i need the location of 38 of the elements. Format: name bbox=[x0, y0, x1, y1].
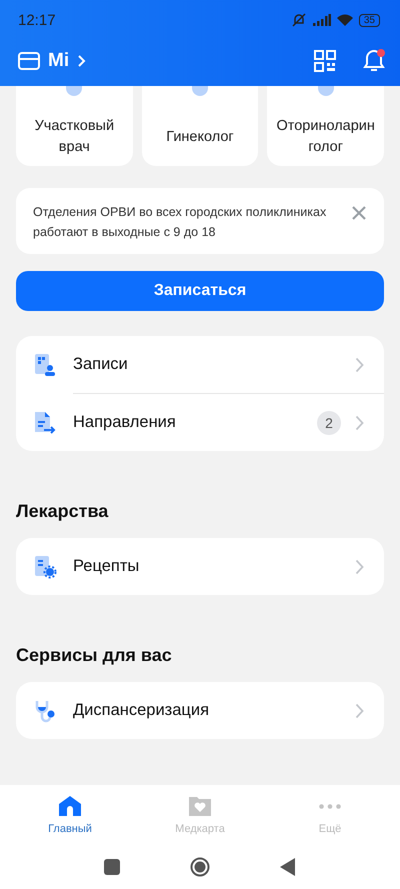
notice-text: Отделения ОРВИ во всех городских поликлиниках работают в выходные с 9 до 18 bbox=[33, 204, 328, 241]
chevron-icon bbox=[355, 356, 364, 372]
battery-icon: 35 bbox=[358, 14, 380, 26]
count-badge: 2 bbox=[317, 410, 341, 434]
menu-item[interactable]: Рецепты bbox=[16, 538, 384, 595]
section-title: Лекарства bbox=[16, 501, 110, 522]
doctor-card[interactable]: Гинеколог bbox=[142, 86, 258, 166]
home-icon bbox=[58, 795, 82, 817]
chevron-icon bbox=[355, 558, 364, 574]
section-title: Сервисы для вас bbox=[16, 645, 173, 666]
menu-item[interactable]: Направления 2 bbox=[16, 394, 384, 451]
chevron-icon bbox=[355, 414, 364, 430]
qr-code-icon[interactable] bbox=[314, 50, 336, 72]
menu-item[interactable]: Записи bbox=[16, 336, 384, 393]
book-button[interactable]: Записаться bbox=[16, 271, 384, 311]
close-icon[interactable] bbox=[352, 206, 366, 220]
document-arrow-icon bbox=[33, 410, 57, 434]
muted-icon bbox=[290, 13, 307, 27]
status-time: 12:17 bbox=[18, 12, 56, 28]
document-person-icon bbox=[33, 352, 57, 376]
bell-icon[interactable] bbox=[362, 48, 386, 74]
doctor-card[interactable]: Участковый врач bbox=[16, 86, 133, 166]
back-triangle-icon[interactable] bbox=[280, 858, 296, 876]
nav-tab[interactable]: Главный bbox=[30, 785, 110, 845]
stethoscope-icon bbox=[33, 698, 57, 722]
wifi-icon bbox=[336, 14, 353, 26]
chevron-icon bbox=[77, 54, 86, 68]
heart-folder-icon bbox=[188, 795, 212, 817]
menu-item[interactable]: Диспансеризация bbox=[16, 682, 384, 739]
circle-icon[interactable] bbox=[190, 857, 210, 877]
card-icon bbox=[18, 52, 40, 70]
signal-icon bbox=[312, 14, 331, 26]
profile-button[interactable]: Mi bbox=[18, 50, 86, 72]
square-icon[interactable] bbox=[104, 859, 120, 875]
doctor-card[interactable]: Оториноларинголог bbox=[267, 86, 384, 166]
chevron-icon bbox=[355, 702, 364, 718]
more-icon bbox=[319, 804, 341, 808]
document-gear-icon bbox=[33, 554, 57, 578]
